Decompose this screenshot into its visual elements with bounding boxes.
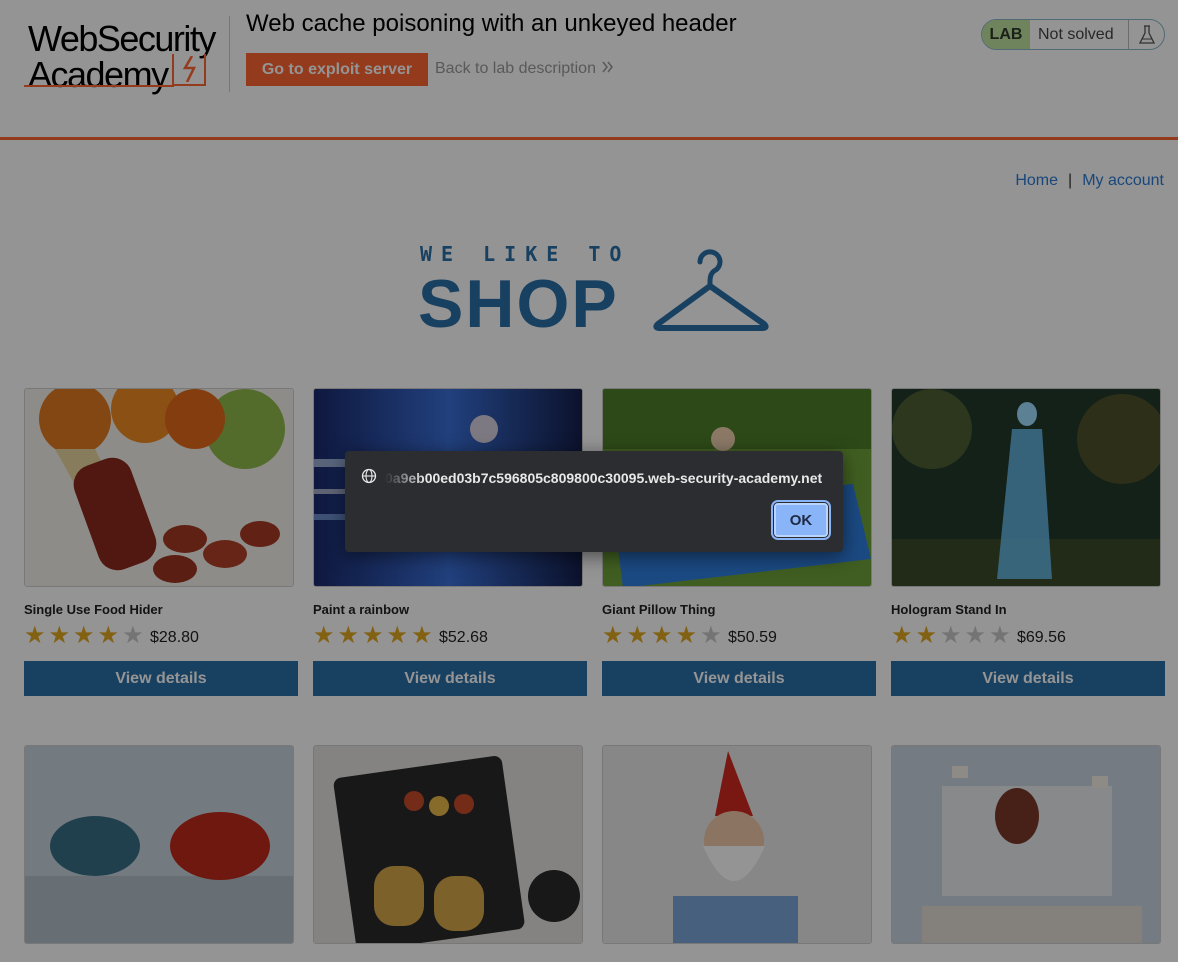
- globe-icon: [361, 468, 377, 487]
- dialog-origin-text: 0a9eb00ed03b7c596805c809800c30095.web-se…: [385, 469, 823, 486]
- alert-dialog: 0a9eb00ed03b7c596805c809800c30095.web-se…: [345, 451, 843, 552]
- dialog-origin: 0a9eb00ed03b7c596805c809800c30095.web-se…: [361, 468, 831, 487]
- ok-button[interactable]: OK: [771, 500, 831, 540]
